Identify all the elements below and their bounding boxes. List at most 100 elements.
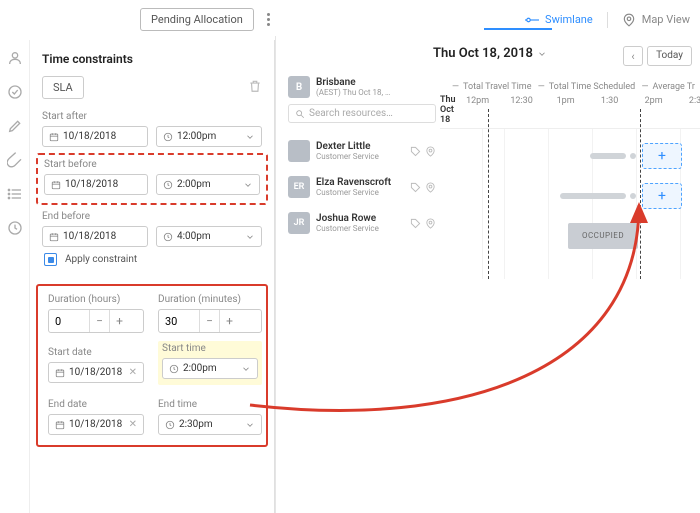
plus-button[interactable]: + [219,310,239,332]
chevron-down-icon [245,232,255,242]
start-time-highlight: Start time 2:00pm [158,341,262,385]
chevron-down-icon [537,49,547,59]
end-before-date-picker[interactable]: 10/18/2018 [42,226,148,247]
clock-icon [163,132,173,142]
kebab-menu-icon[interactable] [262,12,276,28]
start-date-picker[interactable]: 10/18/2018 ✕ [48,362,144,383]
resource-row[interactable]: Dexter LittleCustomer Service [288,133,436,169]
swimlane-icon [525,13,539,27]
search-icon [295,109,305,119]
resource-row[interactable]: JR Joshua RoweCustomer Service [288,205,436,241]
start-time-label: Start time [162,343,258,354]
map-pin-icon [425,146,436,157]
end-time-picker[interactable]: 2:30pm [158,414,262,435]
panel-splitter[interactable] [275,36,279,513]
duration-minutes-input[interactable]: − + [158,309,262,333]
end-before-time-picker[interactable]: 4:00pm [156,226,262,247]
user-icon[interactable] [7,50,23,66]
delete-icon[interactable] [248,79,262,96]
start-time-picker[interactable]: 2:00pm [162,358,258,379]
occupied-block: OCCUPIED [568,223,638,249]
time-tick: 12pm [456,96,500,126]
chevron-down-icon [245,420,255,430]
chevron-down-icon [241,364,251,374]
timeline-date-label: Thu Oct 18 [440,96,456,126]
check-circle-icon[interactable] [7,84,23,100]
tag-icon [410,218,421,229]
active-tab-underline [484,28,552,30]
clear-icon[interactable]: ✕ [129,419,137,430]
pending-allocation-button[interactable]: Pending Allocation [140,8,254,31]
duration-hours-label: Duration (hours) [48,294,144,305]
schedule-panel: Thu Oct 18, 2018 ‹ Today B Brisbane (AES… [280,40,700,513]
time-tick: 2pm [632,96,676,126]
list-icon[interactable] [7,186,23,202]
calendar-icon [55,420,65,430]
location-badge: B [288,76,310,98]
duration-minutes-label: Duration (minutes) [158,294,262,305]
start-before-label: Start before [44,159,260,170]
resource-row[interactable]: ER Elza RavenscroftCustomer Service [288,169,436,205]
map-view-button[interactable]: Map View [622,13,690,27]
time-tick: 2:30 [676,96,700,126]
apply-constraint-checkbox[interactable]: Apply constraint [42,253,262,266]
location-sub: (AEST) Thu Oct 18, … [316,88,390,97]
constraints-panel: Time constraints SLA Start after 10/18/2… [30,40,275,513]
location-name: Brisbane [316,77,390,88]
map-pin-icon [622,13,636,27]
start-before-date-picker[interactable]: 10/18/2018 [44,174,148,195]
clock-icon [169,364,179,374]
side-rail [0,40,30,513]
resource-search-input[interactable]: Search resources… [288,104,436,123]
start-after-date-picker[interactable]: 10/18/2018 [42,126,148,147]
minus-button[interactable]: − [89,310,109,332]
prev-day-button[interactable]: ‹ [623,46,643,66]
calendar-icon [49,132,59,142]
start-after-time-picker[interactable]: 12:00pm [156,126,262,147]
apply-constraint-label: Apply constraint [65,254,137,265]
map-view-label: Map View [642,13,690,26]
clock-icon [165,420,175,430]
divider [607,12,608,28]
map-pin-icon [425,182,436,193]
attachment-icon[interactable] [7,152,23,168]
avatar: ER [288,176,310,198]
swimlane-label: Swimlane [545,13,593,26]
start-date-label: Start date [48,347,144,358]
job-edit-highlight: Duration (hours) − + Duration (minutes) … [36,284,268,447]
tag-icon [410,146,421,157]
start-before-highlight: Start before 10/18/2018 2:00pm [36,153,268,205]
duration-hours-input[interactable]: − + [48,309,144,333]
pencil-icon[interactable] [7,118,23,134]
minus-button[interactable]: − [199,310,219,332]
tag-icon [410,182,421,193]
time-constraints-title: Time constraints [42,52,262,66]
summary-bar: —Total Travel Time —Total Time Scheduled… [440,76,700,96]
end-before-label: End before [42,211,262,222]
plus-button[interactable]: + [109,310,129,332]
clear-icon[interactable]: ✕ [129,367,137,378]
sla-chip[interactable]: SLA [42,76,84,99]
start-before-time-picker[interactable]: 2:00pm [156,174,260,195]
add-slot-button[interactable]: + [642,183,682,209]
add-slot-button[interactable]: + [642,143,682,169]
clock-icon [163,180,173,190]
today-button[interactable]: Today [647,46,692,66]
end-time-label: End time [158,399,262,410]
avatar: JR [288,212,310,234]
time-tick: 1pm [544,96,588,126]
calendar-icon [55,368,65,378]
avatar [288,140,310,162]
clock-icon [163,232,173,242]
chevron-down-icon [245,132,255,142]
map-pin-icon [425,218,436,229]
time-tick: 1:30 [588,96,632,126]
chevron-down-icon [243,180,253,190]
resource-column: B Brisbane (AEST) Thu Oct 18, … Search r… [288,76,436,241]
clock-icon[interactable] [7,220,23,236]
end-date-picker[interactable]: 10/18/2018 ✕ [48,414,144,435]
calendar-icon [49,232,59,242]
time-tick: 12:30 [500,96,544,126]
start-after-label: Start after [42,111,262,122]
swimlane-view-button[interactable]: Swimlane [525,13,593,27]
